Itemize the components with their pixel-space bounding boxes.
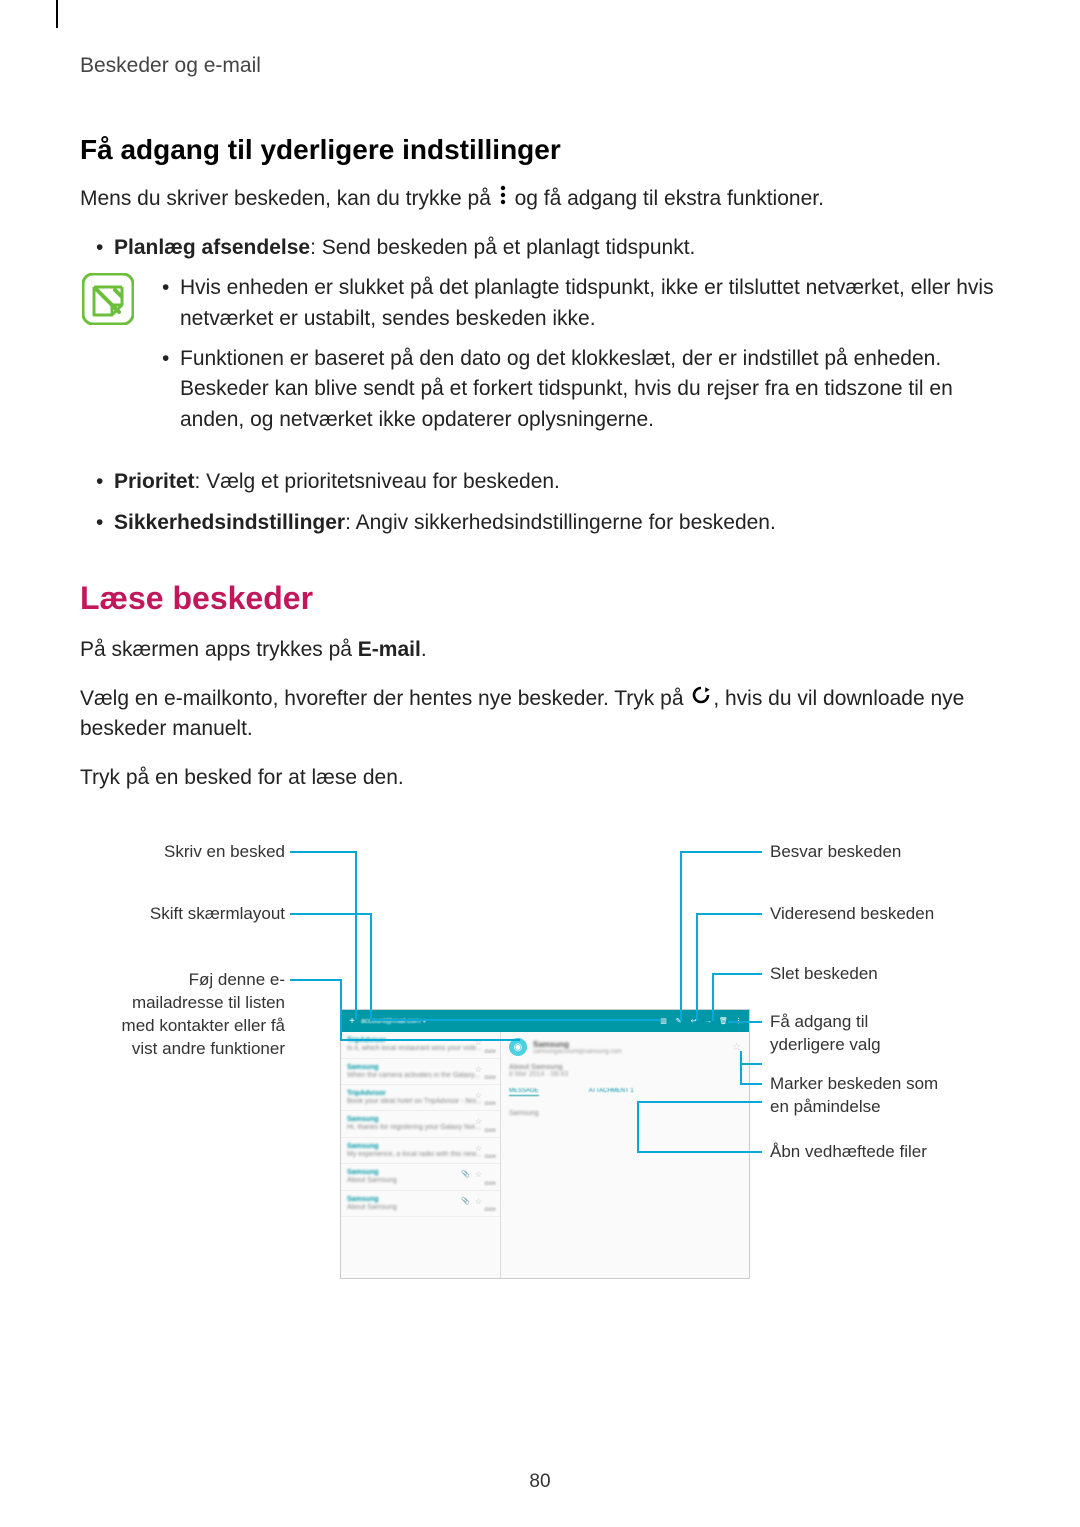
bullet-label: Prioritet [114, 470, 195, 493]
note-text-1: Hvis enheden er slukket på det planlagte… [180, 273, 1000, 334]
bullet-text: Prioritet: Vælg et prioritetsniveau for … [114, 467, 1000, 497]
ss-delete-icon: 🗑 [719, 1017, 728, 1026]
callout-compose: Skriv en besked [105, 841, 285, 864]
note-text-2: Funktionen er baseret på den dato og det… [180, 344, 1000, 435]
note-content: • Hvis enheden er slukket på det planlag… [162, 273, 1000, 445]
heading-read-messages: Læse beskeder [80, 580, 1000, 617]
refresh-icon [691, 684, 711, 714]
bullet-text: Planlæg afsendelse: Send beskeden på et … [114, 233, 1000, 263]
read-p1-b: E-mail [358, 638, 421, 661]
note-bullet-1: • Hvis enheden er slukket på det planlag… [162, 273, 1000, 334]
email-app-screenshot: + account@mail.com ▾ ▥ ✎ ↩ → 🗑 ⋮ TripAdv… [340, 1009, 750, 1279]
bullet-priority: • Prioritet: Vælg et prioritetsniveau fo… [96, 467, 1000, 497]
callout-reply: Besvar beskeden [770, 841, 901, 864]
intro-text-a: Mens du skriver beskeden, kan du trykke … [80, 187, 497, 210]
bullet-desc: : Angiv sikkerhedsindstillingerne for be… [345, 511, 776, 534]
bullet-dot: • [162, 273, 180, 334]
bullet-security: • Sikkerhedsindstillinger: Angiv sikkerh… [96, 508, 1000, 538]
bullet-schedule: • Planlæg afsendelse: Send beskeden på e… [96, 233, 1000, 263]
note-bullet-2: • Funktionen er baseret på den dato og d… [162, 344, 1000, 435]
heading-additional-settings: Få adgang til yderligere indstillinger [80, 134, 1000, 166]
figure-email-app: Skriv en besked Skift skærmlayout Føj de… [80, 823, 1000, 1303]
ss-compose2-icon: ✎ [674, 1017, 683, 1026]
bullet-dot: • [96, 233, 114, 263]
intro-text-b: og få adgang til ekstra funktioner. [515, 187, 824, 210]
running-header: Beskeder og e-mail [80, 54, 1000, 78]
callout-more-options: Få adgang til yderligere valg [770, 1011, 920, 1057]
ss-layout-icon: ▥ [659, 1017, 668, 1026]
bullet-label: Sikkerhedsindstillinger [114, 511, 345, 534]
ss-body: TripAdvisorIs it, which local restaurant… [341, 1032, 749, 1278]
callout-forward: Videresend beskeden [770, 903, 934, 926]
read-p3: Tryk på en besked for at læse den. [80, 763, 1000, 793]
bullet-label: Planlæg afsendelse [114, 236, 310, 259]
bullet-list-2: • Prioritet: Vælg et prioritetsniveau fo… [96, 467, 1000, 538]
read-p1: På skærmen apps trykkes på E-mail. [80, 635, 1000, 665]
page-number: 80 [0, 1471, 1080, 1493]
read-p2: Vælg en e-mailkonto, hvorefter der hente… [80, 684, 1000, 745]
bullet-dot: • [96, 508, 114, 538]
bullet-list-1: • Planlæg afsendelse: Send beskeden på e… [96, 233, 1000, 263]
ss-message-pane: ◉ Samsung samsungaccount@samsung.com ☆ A… [501, 1032, 749, 1278]
ss-message-list: TripAdvisorIs it, which local restaurant… [341, 1032, 501, 1278]
ss-avatar-icon: ◉ [509, 1038, 527, 1056]
bullet-desc: : Send beskeden på et planlagt tidspunkt… [310, 236, 695, 259]
intro-paragraph: Mens du skriver beskeden, kan du trykke … [80, 184, 1000, 215]
read-p1-c: . [421, 638, 427, 661]
bullet-dot: • [162, 344, 180, 435]
more-options-icon [499, 184, 507, 214]
bullet-dot: • [96, 467, 114, 497]
bullet-text: Sikkerhedsindstillinger: Angiv sikkerhed… [114, 508, 1000, 538]
read-p2-a: Vælg en e-mailkonto, hvorefter der hente… [80, 687, 689, 710]
callout-add-contact: Føj denne e-mailadresse til listen med k… [105, 969, 285, 1061]
callout-delete: Slet beskeden [770, 963, 878, 986]
callout-layout: Skift skærmlayout [105, 903, 285, 926]
callout-attachments: Åbn vedhæftede filer [770, 1141, 927, 1164]
note-icon [82, 273, 134, 325]
callout-reminder: Marker beskeden som en påmindelse [770, 1073, 940, 1119]
ss-toolbar: + account@mail.com ▾ ▥ ✎ ↩ → 🗑 ⋮ [341, 1010, 749, 1032]
bullet-desc: : Vælg et prioritetsniveau for beskeden. [195, 470, 560, 493]
page-content: Beskeder og e-mail Få adgang til yderlig… [0, 0, 1080, 1343]
read-p1-a: På skærmen apps trykkes på [80, 638, 358, 661]
note-block: • Hvis enheden er slukket på det planlag… [80, 273, 1000, 445]
